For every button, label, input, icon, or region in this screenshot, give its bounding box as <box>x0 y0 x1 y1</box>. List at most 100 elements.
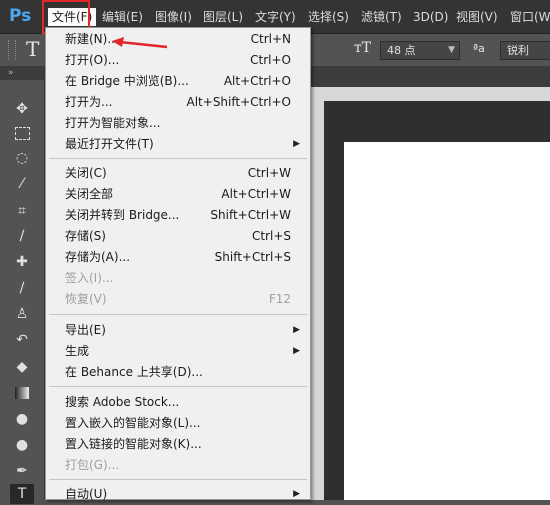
options-grip[interactable] <box>8 40 16 60</box>
menu-item-automate[interactable]: 自动(U) ▶ <box>46 484 310 505</box>
lasso-icon[interactable]: ◌ <box>10 148 34 168</box>
font-size-icon: тT <box>354 40 372 56</box>
menu-item-label: 存储为(A)... <box>65 250 131 264</box>
photoshop-logo-icon: Ps <box>9 6 32 26</box>
menu-item-shortcut: Alt+Ctrl+O <box>223 74 291 88</box>
menu-item-shortcut: Ctrl+S <box>251 229 291 243</box>
eraser-icon[interactable]: ◆ <box>10 357 34 377</box>
menu-filter[interactable]: 滤镜(T) <box>361 8 402 26</box>
annotation-arrow-icon <box>112 37 168 49</box>
menu-item-label: 置入嵌入的智能对象(L)... <box>65 416 201 430</box>
clone-stamp-icon[interactable]: ♙ <box>10 304 34 324</box>
menu-item-label: 自动(U) <box>65 487 108 501</box>
submenu-arrow-icon: ▶ <box>293 489 300 499</box>
menu-item-browse-bridge[interactable]: 在 Bridge 中浏览(B)... Alt+Ctrl+O <box>46 71 310 92</box>
menu-item-label: 恢复(V) <box>65 292 107 306</box>
brush-icon[interactable]: ∕ <box>10 278 34 298</box>
magic-wand-icon[interactable]: ⁄ <box>10 174 34 194</box>
menu-item-label: 签入(I)... <box>65 271 114 285</box>
type-icon[interactable]: T <box>10 484 34 504</box>
menu-separator <box>49 314 307 315</box>
menu-type[interactable]: 文字(Y) <box>255 8 296 26</box>
menu-item-label: 关闭全部 <box>65 187 114 201</box>
menu-view[interactable]: 视图(V) <box>456 8 498 26</box>
menu-window[interactable]: 窗口(W) <box>510 8 550 26</box>
menu-item-generate[interactable]: 生成 ▶ <box>46 341 310 362</box>
menu-item-revert: 恢复(V) F12 <box>46 289 310 310</box>
menu-item-shortcut: Ctrl+O <box>250 53 291 67</box>
antialias-select[interactable]: 锐利 <box>500 41 550 60</box>
menu-item-shortcut: Ctrl+W <box>247 166 291 180</box>
menu-item-label: 导出(E) <box>65 323 106 337</box>
menu-item-open-smart-object[interactable]: 打开为智能对象... <box>46 113 310 134</box>
submenu-arrow-icon: ▶ <box>293 346 300 356</box>
move-icon[interactable]: ✥ <box>10 99 34 119</box>
menu-item-label: 在 Bridge 中浏览(B)... <box>65 74 189 88</box>
tools-panel: » ✥ ◌ ⁄ ⌗ ∕ ✚ ∕ ♙ ↶ ◆ ● ● ✒ T <box>0 67 45 504</box>
dodge-icon[interactable]: ● <box>10 435 34 455</box>
menu-item-close-all[interactable]: 关闭全部 Alt+Ctrl+W <box>46 184 310 205</box>
menu-image[interactable]: 图像(I) <box>155 8 192 26</box>
menu-3d[interactable]: 3D(D) <box>413 8 448 26</box>
menu-item-export[interactable]: 导出(E) ▶ <box>46 320 310 341</box>
menu-item-package: 打包(G)... <box>46 455 310 476</box>
submenu-arrow-icon: ▶ <box>293 325 300 335</box>
menu-item-search-stock[interactable]: 搜索 Adobe Stock... <box>46 392 310 413</box>
menu-item-label: 搜索 Adobe Stock... <box>65 395 180 409</box>
collapse-icon[interactable]: » <box>0 67 44 80</box>
menu-item-shortcut: Alt+Shift+Ctrl+O <box>186 95 291 109</box>
menu-item-place-embedded[interactable]: 置入嵌入的智能对象(L)... <box>46 413 310 434</box>
menu-separator <box>49 479 307 480</box>
pen-icon[interactable]: ✒ <box>10 461 34 481</box>
ruler-left <box>310 101 324 500</box>
menu-item-label: 生成 <box>65 344 90 358</box>
type-tool-icon[interactable]: T <box>26 38 39 60</box>
menu-item-shortcut: Shift+Ctrl+S <box>214 250 291 264</box>
menu-item-recent-files[interactable]: 最近打开文件(T) ▶ <box>46 134 310 155</box>
menu-separator <box>49 386 307 387</box>
watermark-url: jingyan.baidu.com <box>440 470 524 480</box>
menu-item-save-as[interactable]: 存储为(A)... Shift+Ctrl+S <box>46 247 310 268</box>
menu-item-open[interactable]: 打开(O)... Ctrl+O <box>46 50 310 71</box>
ruler-top <box>310 87 550 101</box>
menu-item-shortcut: F12 <box>268 292 291 306</box>
marquee-icon[interactable] <box>10 123 34 143</box>
menu-item-label: 关闭并转到 Bridge... <box>65 208 180 222</box>
menu-edit[interactable]: 编辑(E) <box>102 8 143 26</box>
menu-layer[interactable]: 图层(L) <box>203 8 243 26</box>
chevron-down-icon: ▼ <box>448 45 455 55</box>
font-size-select[interactable]: 48 点 ▼ <box>380 41 460 60</box>
font-size-value: 48 点 <box>387 44 416 57</box>
gradient-icon[interactable] <box>10 383 34 403</box>
menu-item-label: 在 Behance 上共享(D)... <box>65 365 203 379</box>
menu-item-label: 最近打开文件(T) <box>65 137 154 151</box>
antialias-value: 锐利 <box>507 44 529 57</box>
menu-item-label: 存储(S) <box>65 229 106 243</box>
menu-item-place-linked[interactable]: 置入链接的智能对象(K)... <box>46 434 310 455</box>
history-brush-icon[interactable]: ↶ <box>10 330 34 350</box>
menu-item-share-behance[interactable]: 在 Behance 上共享(D)... <box>46 362 310 383</box>
menu-item-label: 打开为智能对象... <box>65 116 161 130</box>
menu-item-label: 打开为... <box>65 95 113 109</box>
healing-brush-icon[interactable]: ✚ <box>10 252 34 272</box>
menu-item-shortcut: Alt+Ctrl+W <box>221 187 291 201</box>
blur-icon[interactable]: ● <box>10 409 34 429</box>
eyedropper-icon[interactable]: ∕ <box>10 226 34 246</box>
menu-item-label: 打包(G)... <box>65 458 120 472</box>
menu-item-open-as[interactable]: 打开为... Alt+Shift+Ctrl+O <box>46 92 310 113</box>
menu-item-label: 置入链接的智能对象(K)... <box>65 437 202 451</box>
menu-item-label: 关闭(C) <box>65 166 107 180</box>
menu-select[interactable]: 选择(S) <box>308 8 349 26</box>
file-menu-dropdown: 新建(N)... Ctrl+N 打开(O)... Ctrl+O 在 Bridge… <box>45 27 311 501</box>
menu-item-check-in: 签入(I)... <box>46 268 310 289</box>
menu-item-shortcut: Ctrl+N <box>250 32 291 46</box>
crop-icon[interactable]: ⌗ <box>10 201 34 221</box>
submenu-arrow-icon: ▶ <box>293 139 300 149</box>
document-tab-bar <box>310 67 550 87</box>
antialias-icon: ªa <box>473 42 485 55</box>
menu-item-close-go-bridge[interactable]: 关闭并转到 Bridge... Shift+Ctrl+W <box>46 205 310 226</box>
menu-item-new[interactable]: 新建(N)... Ctrl+N <box>46 29 310 50</box>
menu-separator <box>49 158 307 159</box>
menu-item-save[interactable]: 存储(S) Ctrl+S <box>46 226 310 247</box>
menu-item-close[interactable]: 关闭(C) Ctrl+W <box>46 163 310 184</box>
